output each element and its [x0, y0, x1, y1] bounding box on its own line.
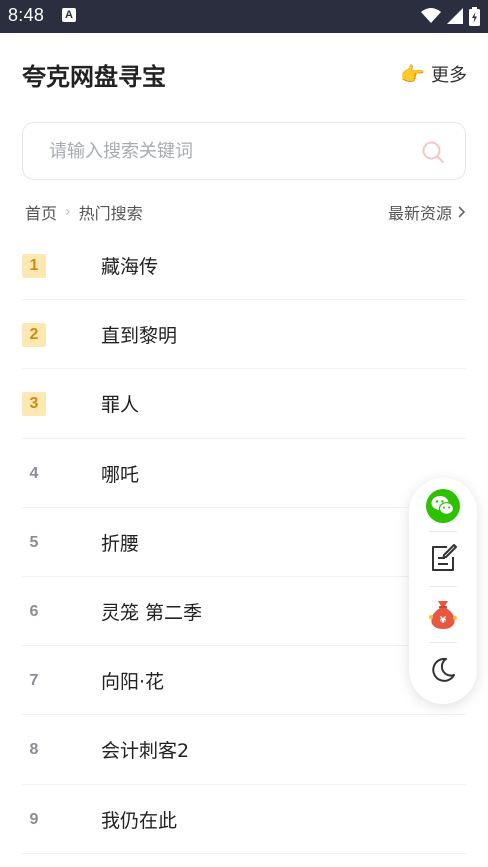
rank-number: 8	[29, 741, 39, 759]
rank-number: 9	[29, 810, 39, 828]
item-title: 直到黎明	[101, 325, 178, 348]
search-box[interactable]	[22, 122, 466, 180]
pointing-hand-icon: 👉	[400, 62, 425, 86]
wechat-icon	[426, 489, 460, 523]
status-icons	[421, 6, 480, 26]
rank-badge: 1	[22, 254, 46, 278]
reward-button[interactable]: ¥	[409, 586, 477, 642]
page-title: 夸克网盘寻宝	[22, 63, 166, 91]
item-title: 会计刺客2	[101, 740, 190, 763]
wechat-button[interactable]	[409, 478, 477, 534]
list-item[interactable]: 2 直到黎明	[22, 300, 466, 370]
list-item[interactable]: 5 折腰	[22, 508, 466, 577]
list-item[interactable]: 4 哪吒	[22, 439, 466, 508]
chevron-right-icon	[458, 206, 466, 218]
wifi-icon	[421, 8, 441, 23]
breadcrumb-current: 热门搜索	[78, 204, 143, 223]
edit-note-button[interactable]	[409, 530, 477, 586]
chevron-right-icon: ›	[65, 204, 71, 220]
rank-badge: 2	[22, 323, 46, 348]
item-title: 我仍在此	[101, 809, 178, 832]
item-title: 折腰	[101, 532, 140, 555]
item-title: 灵笼 第二季	[101, 601, 203, 624]
status-bar: 8:48 A	[0, 0, 488, 33]
latest-resources-label: 最新资源	[387, 204, 452, 223]
item-title: 罪人	[101, 394, 140, 417]
item-title: 哪吒	[101, 463, 140, 486]
search-icon[interactable]	[421, 140, 445, 164]
app-header: 夸克网盘寻宝 👉 更多	[0, 33, 488, 113]
latest-resources-link[interactable]: 最新资源	[388, 200, 466, 224]
rank-number: 7	[29, 672, 39, 690]
more-label: 更多	[431, 65, 467, 86]
rank-number: 5	[29, 533, 39, 551]
more-button[interactable]: 👉 更多	[400, 61, 467, 87]
item-title: 藏海传	[101, 256, 159, 278]
floating-action-menu: ¥	[409, 478, 477, 704]
item-title: 向阳·花	[101, 671, 165, 694]
rank-number: 4	[29, 464, 39, 482]
dark-mode-icon	[432, 657, 455, 682]
list-item[interactable]: 9 我仍在此	[22, 785, 466, 854]
list-item[interactable]: 6 灵笼 第二季	[22, 577, 466, 647]
rank-badge: 3	[22, 392, 46, 417]
list-item[interactable]: 1 藏海传	[22, 231, 466, 301]
rank-number: 6	[29, 602, 39, 620]
edit-note-icon	[432, 544, 457, 571]
list-item[interactable]: 3 罪人	[22, 369, 466, 439]
svg-text:¥: ¥	[440, 616, 447, 626]
list-item[interactable]: 8 会计刺客2	[22, 715, 466, 785]
money-bag-icon: ¥	[429, 601, 457, 629]
status-time: 8:48	[8, 5, 45, 25]
hot-search-list: 1 藏海传 2 直到黎明 3 罪人 4 哪吒 5 折腰 6 灵笼 第二季 7 向…	[22, 231, 466, 854]
signal-icon	[447, 8, 463, 24]
breadcrumb-home[interactable]: 首页	[25, 200, 57, 224]
breadcrumb: 首页 › 热门搜索 最新资源	[25, 200, 466, 224]
battery-icon	[469, 6, 480, 26]
notification-a-icon: A	[62, 8, 76, 22]
search-input[interactable]	[49, 123, 409, 179]
list-item[interactable]: 7 向阳·花	[22, 646, 466, 716]
dark-mode-toggle[interactable]	[409, 642, 477, 698]
